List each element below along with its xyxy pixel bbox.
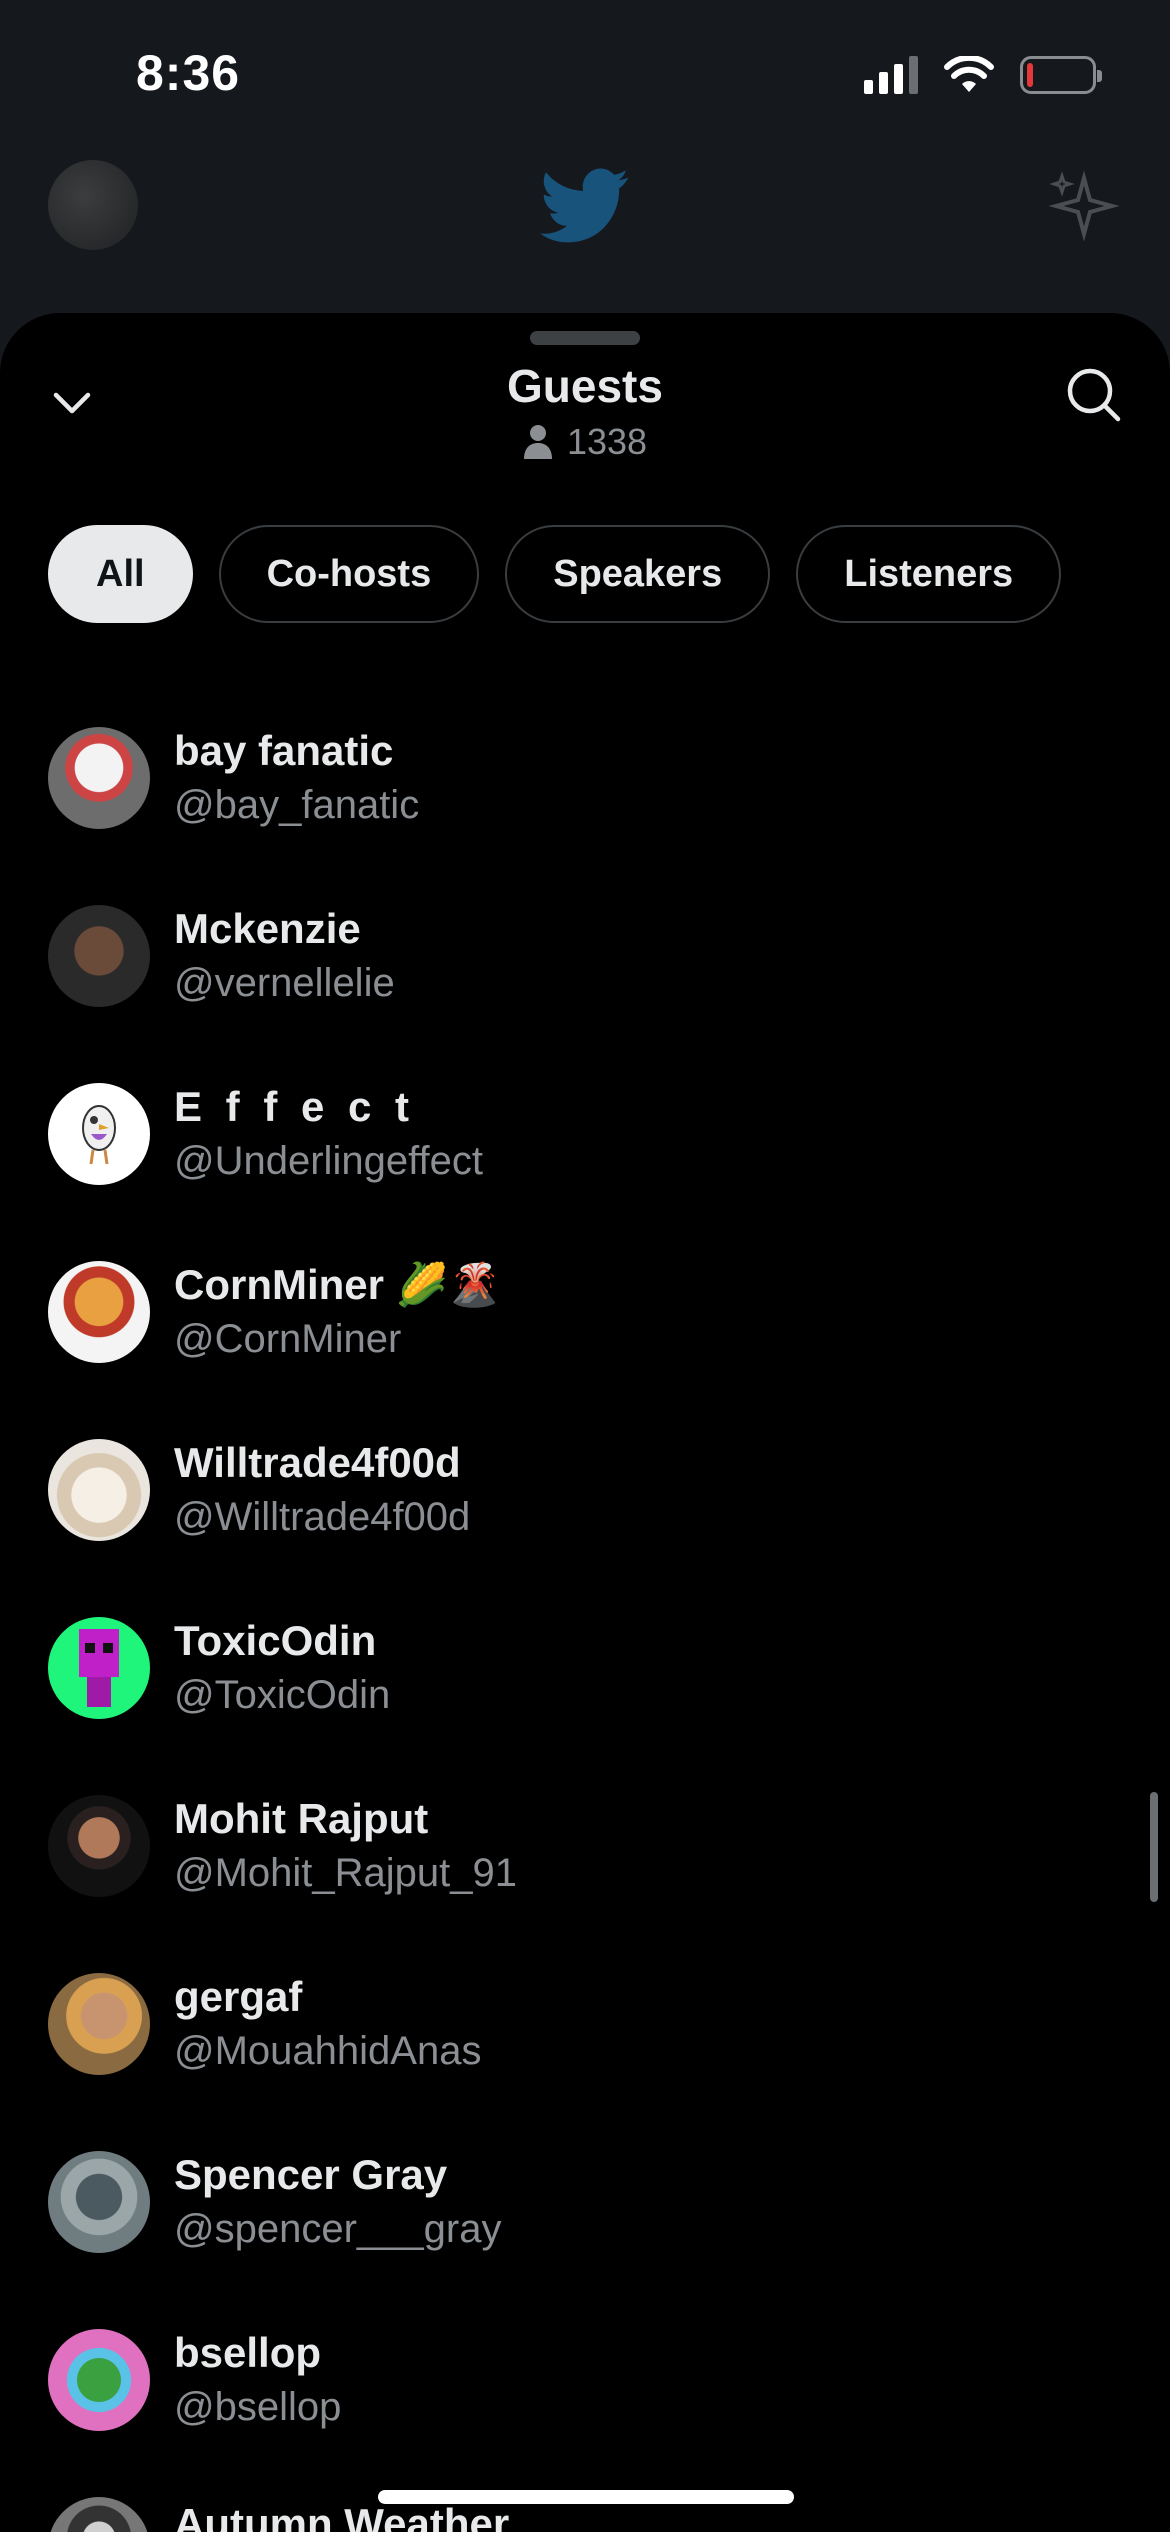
guest-handle: @Underlingeffect bbox=[174, 1139, 483, 1183]
guest-name: ToxicOdin bbox=[174, 1617, 377, 1664]
guests-sheet: Guests 1338 All Co-hosts Speakers Listen… bbox=[0, 313, 1170, 2532]
guest-name: gergaf bbox=[174, 1973, 303, 2020]
guest-row[interactable]: E f f e c t @Underlingeffect bbox=[0, 1045, 1170, 1223]
guest-count: 1338 bbox=[0, 421, 1170, 463]
guest-name: CornMiner 🌽🌋 bbox=[174, 1261, 501, 1308]
avatar bbox=[48, 1973, 150, 2075]
avatar bbox=[48, 905, 150, 1007]
scrollbar[interactable] bbox=[1150, 1792, 1158, 1902]
guest-row[interactable]: gergaf @MouahhidAnas bbox=[0, 1935, 1170, 2113]
avatar bbox=[48, 1795, 150, 1897]
battery-icon bbox=[1020, 56, 1102, 94]
avatar bbox=[48, 2497, 150, 2532]
guest-handle: @vernellelie bbox=[174, 961, 395, 1005]
guest-handle: @bsellop bbox=[174, 2385, 342, 2429]
twitter-bird-icon bbox=[540, 168, 629, 243]
filter-chip-listeners[interactable]: Listeners bbox=[796, 525, 1062, 623]
guest-row[interactable]: Mckenzie @vernellelie bbox=[0, 867, 1170, 1045]
guest-row[interactable]: CornMiner 🌽🌋 @CornMiner bbox=[0, 1223, 1170, 1401]
guest-name: Spencer Gray bbox=[174, 2151, 448, 2198]
guest-handle: @bay_fanatic bbox=[174, 783, 420, 827]
avatar bbox=[48, 727, 150, 829]
guest-row[interactable]: bay fanatic @bay_fanatic bbox=[0, 689, 1170, 867]
guest-row[interactable]: Spencer Gray @spencer___gray bbox=[0, 2113, 1170, 2291]
guest-row[interactable]: bsellop @bsellop bbox=[0, 2291, 1170, 2469]
guest-name: E f f e c t bbox=[174, 1083, 416, 1130]
filter-chip-co-hosts[interactable]: Co-hosts bbox=[218, 525, 480, 623]
guest-row[interactable]: ToxicOdin @ToxicOdin bbox=[0, 1579, 1170, 1757]
guest-handle: @ToxicOdin bbox=[174, 1673, 391, 1717]
guest-name: bay fanatic bbox=[174, 727, 394, 774]
avatar bbox=[48, 2329, 150, 2431]
avatar bbox=[48, 1617, 150, 1719]
avatar bbox=[48, 1439, 150, 1541]
avatar bbox=[48, 2151, 150, 2253]
sparkle-icon bbox=[1048, 170, 1120, 242]
guest-handle: @CornMiner bbox=[174, 1317, 402, 1361]
cellular-signal-icon bbox=[864, 56, 918, 94]
guest-name: Willtrade4f00d bbox=[174, 1439, 461, 1486]
home-indicator[interactable] bbox=[378, 2490, 794, 2504]
background-avatar bbox=[48, 160, 138, 250]
guest-handle: @Mohit_Rajput_91 bbox=[174, 1851, 518, 1895]
guest-count-value: 1338 bbox=[566, 421, 648, 462]
guest-handle: @Willtrade4f00d bbox=[174, 1495, 471, 1539]
guest-row[interactable]: Mohit Rajput @Mohit_Rajput_91 bbox=[0, 1757, 1170, 1935]
guest-list: bay fanatic @bay_fanatic Mckenzie @vernell… bbox=[0, 689, 1170, 2532]
guest-name: Mckenzie bbox=[174, 905, 361, 952]
guest-name: bsellop bbox=[174, 2329, 322, 2376]
status-time: 8:36 bbox=[136, 45, 241, 101]
status-icons bbox=[864, 56, 1102, 94]
person-icon bbox=[523, 425, 552, 459]
filter-chips: All Co-hosts Speakers Listeners bbox=[48, 525, 1062, 623]
wifi-icon bbox=[944, 56, 994, 92]
guest-handle: @MouahhidAnas bbox=[174, 2029, 482, 2073]
avatar bbox=[48, 1083, 150, 1185]
filter-chip-speakers[interactable]: Speakers bbox=[505, 525, 771, 623]
filter-chip-all[interactable]: All bbox=[48, 525, 193, 623]
search-icon[interactable] bbox=[1062, 363, 1126, 427]
guest-name: Mohit Rajput bbox=[174, 1795, 429, 1842]
avatar bbox=[48, 1261, 150, 1363]
sheet-title: Guests bbox=[507, 360, 663, 412]
guest-handle: @spencer___gray bbox=[174, 2207, 502, 2251]
guest-row[interactable]: Willtrade4f00d @Willtrade4f00d bbox=[0, 1401, 1170, 1579]
sheet-grabber[interactable] bbox=[530, 331, 640, 345]
